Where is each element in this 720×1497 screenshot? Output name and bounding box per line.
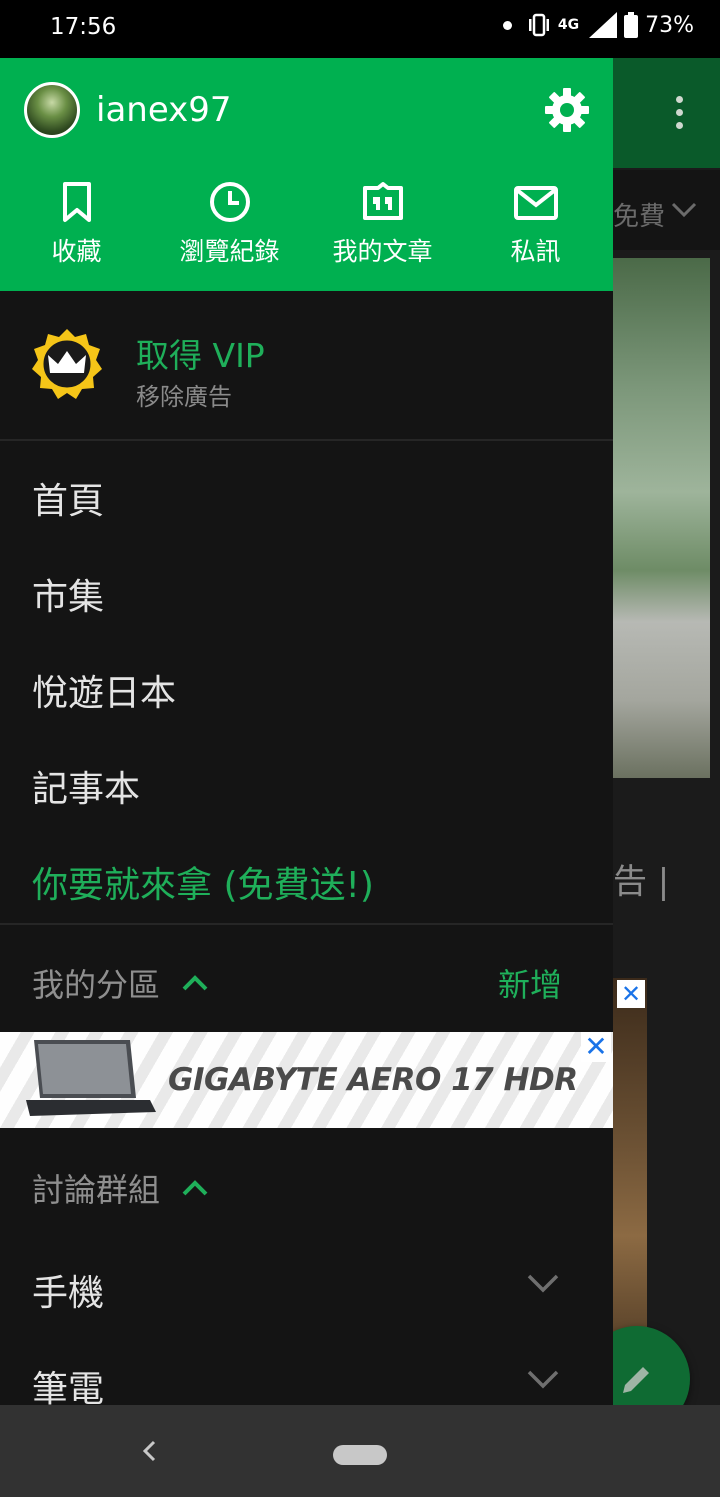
ad-close-icon[interactable]: ✕	[581, 1032, 611, 1062]
quick-action-label: 私訊	[510, 237, 561, 266]
ad-banner[interactable]: GIGABYTE AERO 17 HDR ✕	[0, 1032, 613, 1128]
back-icon[interactable]	[140, 1439, 158, 1463]
clock-icon	[209, 182, 250, 222]
quick-action-label: 收藏	[51, 237, 102, 266]
vip-subtitle: 移除廣告	[136, 383, 232, 411]
vibrate-icon	[528, 13, 549, 37]
quick-action-my-posts[interactable]: 我的文章	[306, 180, 459, 268]
background-post-image	[613, 258, 710, 778]
background-app: 免費 告 | ✕	[613, 58, 720, 1405]
add-section-button[interactable]: 新增	[498, 960, 562, 1006]
notification-dot-icon	[502, 20, 512, 30]
battery-icon	[624, 12, 639, 38]
menu-item-japan-travel[interactable]: 悅遊日本	[32, 664, 176, 716]
status-bar: 17:56 4G 73%	[0, 0, 720, 58]
compose-fab	[613, 1326, 690, 1405]
avatar[interactable]	[24, 82, 80, 138]
ad-text: GIGABYTE AERO 17 HDR	[168, 1062, 578, 1098]
quick-action-favorites[interactable]: 收藏	[0, 180, 153, 268]
more-options-icon	[669, 96, 689, 136]
vip-promo[interactable]: 取得 VIP 移除廣告	[0, 291, 613, 441]
network-type: 4G	[557, 17, 580, 33]
chevron-up-icon	[182, 975, 208, 991]
divider	[0, 923, 613, 925]
status-time: 17:56	[50, 14, 117, 40]
gear-icon[interactable]	[543, 86, 591, 134]
quote-icon	[362, 182, 403, 220]
menu-item-notepad[interactable]: 記事本	[32, 760, 140, 812]
discussion-groups-title: 討論群組	[32, 1171, 161, 1209]
crown-badge-icon	[32, 329, 102, 399]
navigation-drawer: ianex97 收藏 瀏覽紀錄 我的文章 私訊 取得 VIP 移除廣告 首頁 市…	[0, 58, 613, 1405]
group-item-phones[interactable]: 手機	[32, 1264, 104, 1316]
pencil-icon	[623, 1367, 649, 1393]
chevron-up-icon	[182, 1180, 208, 1196]
chevron-down-icon	[671, 202, 697, 218]
quick-action-label: 瀏覽紀錄	[179, 237, 280, 266]
chevron-down-icon[interactable]	[526, 1273, 560, 1293]
system-nav-bar	[0, 1405, 720, 1497]
background-caption: 告 |	[613, 862, 670, 902]
group-item-laptops[interactable]: 筆電	[32, 1360, 104, 1405]
quick-action-history[interactable]: 瀏覽紀錄	[153, 180, 306, 268]
status-icons: 4G 73%	[502, 12, 694, 38]
mail-icon	[513, 186, 558, 220]
quick-action-messages[interactable]: 私訊	[459, 180, 612, 268]
menu-item-market[interactable]: 市集	[32, 568, 104, 620]
background-filter-text: 免費	[613, 202, 666, 232]
bookmark-icon	[62, 182, 91, 222]
my-sections-title: 我的分區	[32, 966, 161, 1004]
signal-icon	[589, 12, 618, 38]
background-filter: 免費	[613, 170, 720, 250]
quick-action-label: 我的文章	[332, 237, 433, 266]
laptop-image	[26, 1040, 156, 1116]
discussion-groups-header[interactable]: 討論群組	[32, 1165, 208, 1211]
background-ad-close-icon: ✕	[617, 980, 645, 1008]
my-sections-header[interactable]: 我的分區	[32, 960, 208, 1006]
home-pill[interactable]	[333, 1445, 387, 1465]
menu-item-free-giveaway[interactable]: 你要就來拿 (免費送!)	[32, 856, 374, 908]
background-toolbar	[613, 58, 720, 168]
menu-item-home[interactable]: 首頁	[32, 472, 104, 524]
battery-level: 73%	[645, 12, 694, 38]
username[interactable]: ianex97	[96, 90, 232, 130]
chevron-down-icon[interactable]	[526, 1369, 560, 1389]
vip-title: 取得 VIP	[136, 336, 265, 375]
drawer-header: ianex97 收藏 瀏覽紀錄 我的文章 私訊	[0, 58, 613, 291]
